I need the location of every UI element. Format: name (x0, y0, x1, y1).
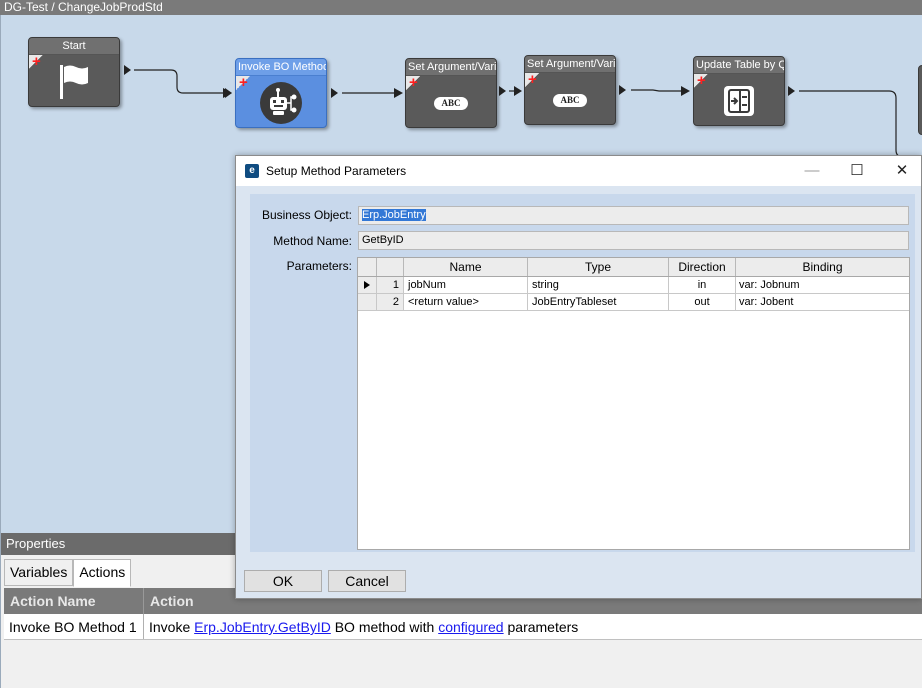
current-row-arrow-icon (364, 281, 370, 289)
business-object-value: Erp.JobEntry (362, 209, 426, 221)
param-type-cell[interactable]: string (528, 277, 669, 293)
workflow-node-update-table[interactable]: Update Table by Q + (693, 56, 785, 126)
table-row[interactable]: 2 <return value> JobEntryTableset out va… (358, 294, 909, 311)
node-title: Set Argument/Vari (406, 59, 496, 76)
setup-method-parameters-dialog: e Setup Method Parameters — ☐ ✕ Business… (235, 155, 922, 599)
table-update-icon (694, 77, 784, 125)
minimize-icon[interactable]: — (789, 156, 835, 186)
bo-method-link[interactable]: Erp.JobEntry.GetByID (194, 619, 331, 635)
dialog-title: Setup Method Parameters (266, 164, 407, 178)
workflow-node-set-argument-1[interactable]: Set Argument/Vari + ABC (405, 58, 497, 128)
row-indicator-header (358, 258, 377, 276)
close-icon[interactable]: ✕ (879, 156, 922, 186)
action-text: Invoke (149, 619, 195, 635)
output-port[interactable] (499, 86, 506, 96)
flag-icon (29, 58, 119, 106)
robot-icon (236, 79, 326, 127)
param-binding-cell[interactable]: var: Jobent (736, 294, 909, 310)
row-number: 2 (377, 294, 404, 310)
row-indicator (358, 294, 377, 310)
abc-icon: ABC (525, 76, 615, 124)
configured-parameters-link[interactable]: configured (438, 619, 503, 635)
connector-update-next (799, 90, 922, 158)
input-port[interactable] (225, 88, 232, 98)
connector-arrow (514, 86, 522, 96)
tab-variables[interactable]: Variables (4, 559, 74, 586)
param-name-cell[interactable]: <return value> (404, 294, 528, 310)
maximize-icon[interactable]: ☐ (834, 156, 880, 186)
workflow-node-invoke-bo-method[interactable]: Invoke BO Method + (235, 58, 327, 128)
action-description-cell: Invoke Erp.JobEntry.GetByID BO method wi… (144, 614, 922, 639)
parameters-grid-header: Name Type Direction Binding (358, 258, 909, 277)
row-number-header (377, 258, 404, 276)
node-title: Update Table by Q (694, 57, 784, 74)
table-row[interactable]: 1 jobNum string in var: Jobnum (358, 277, 909, 294)
dialog-body: Business Object: Erp.JobEntry Method Nam… (250, 194, 915, 552)
column-header-name[interactable]: Name (404, 258, 528, 276)
action-name-cell: Invoke BO Method 1 (4, 614, 144, 639)
app-icon: e (245, 164, 259, 178)
cancel-button[interactable]: Cancel (328, 570, 406, 592)
abc-badge: ABC (553, 93, 587, 107)
column-header-type[interactable]: Type (528, 258, 669, 276)
abc-icon: ABC (406, 79, 496, 127)
connector-arrow (394, 88, 403, 98)
output-port[interactable] (788, 86, 795, 96)
method-name-field[interactable]: GetByID (358, 231, 909, 250)
param-direction-cell[interactable]: out (669, 294, 736, 310)
parameters-grid[interactable]: Name Type Direction Binding 1 jobNum str… (357, 257, 910, 550)
connector-set2-update (631, 89, 681, 92)
output-port[interactable] (124, 65, 131, 75)
business-object-label: Business Object: (261, 208, 352, 222)
parameters-label: Parameters: (286, 259, 352, 273)
workflow-node-next-partial[interactable] (918, 65, 922, 135)
row-number: 1 (377, 277, 404, 293)
output-port[interactable] (619, 85, 626, 95)
param-type-cell[interactable]: JobEntryTableset (528, 294, 669, 310)
output-port[interactable] (331, 88, 338, 98)
row-indicator (358, 277, 377, 293)
node-title: Invoke BO Method (236, 59, 326, 76)
connector-start-invoke (134, 69, 223, 94)
connector-arrow (681, 86, 690, 96)
workflow-node-set-argument-2[interactable]: Set Argument/Vari + ABC (524, 55, 616, 125)
dialog-titlebar[interactable]: e Setup Method Parameters — ☐ ✕ (236, 156, 921, 186)
node-title: Start (29, 38, 119, 55)
param-name-cell[interactable]: jobNum (404, 277, 528, 293)
node-title: Set Argument/Vari (525, 56, 615, 73)
workflow-node-start[interactable]: Start + (28, 37, 120, 107)
tab-actions[interactable]: Actions (73, 559, 132, 587)
method-name-label: Method Name: (273, 234, 352, 248)
abc-badge: ABC (434, 96, 468, 110)
param-binding-cell[interactable]: var: Jobnum (736, 277, 909, 293)
ok-button[interactable]: OK (244, 570, 322, 592)
action-text: parameters (503, 619, 579, 635)
column-header-binding[interactable]: Binding (736, 258, 909, 276)
window-title: DG-Test / ChangeJobProdStd (0, 0, 922, 15)
param-direction-cell[interactable]: in (669, 277, 736, 293)
column-header-direction[interactable]: Direction (669, 258, 736, 276)
business-object-field[interactable]: Erp.JobEntry (358, 206, 909, 225)
column-header-action-name[interactable]: Action Name (4, 588, 144, 614)
properties-tabs: Variables Actions (4, 559, 132, 587)
action-text: BO method with (330, 619, 439, 635)
table-row[interactable]: Invoke BO Method 1 Invoke Erp.JobEntry.G… (4, 614, 922, 640)
